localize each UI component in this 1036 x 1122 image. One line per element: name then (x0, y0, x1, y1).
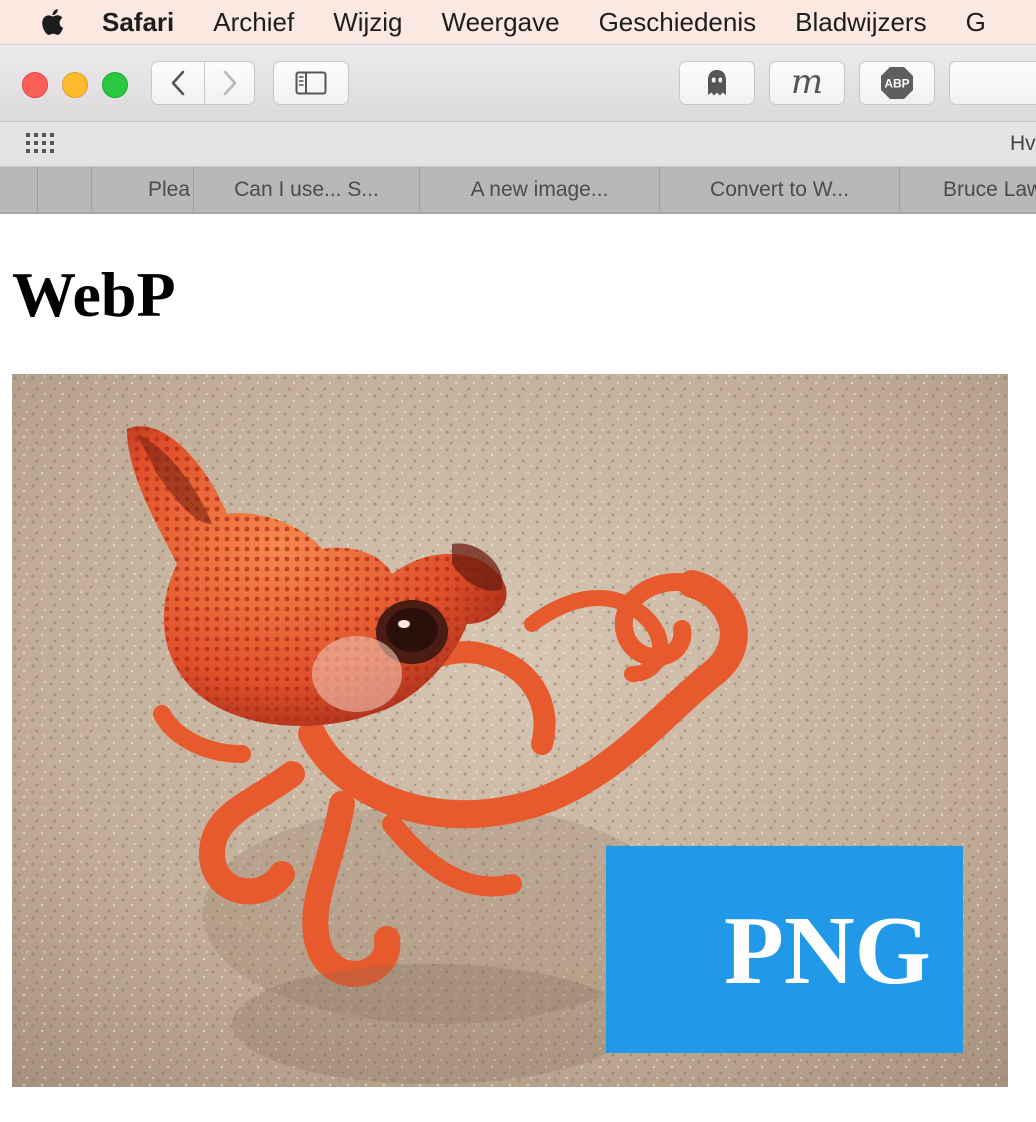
tab-can-i-use[interactable]: Can I use... S... (193, 167, 419, 212)
address-bar-edge[interactable] (949, 61, 1036, 105)
sidebar-toggle-button[interactable] (273, 61, 349, 105)
tab-new-image[interactable]: A new image... (419, 167, 659, 212)
page-title: WebP (12, 259, 176, 330)
minimize-window-button[interactable] (62, 72, 88, 98)
menu-safari[interactable]: Safari (102, 7, 174, 38)
menu-wijzig[interactable]: Wijzig (333, 7, 402, 38)
tab-plea[interactable]: Plea (91, 167, 193, 212)
ghostery-extension-button[interactable] (679, 61, 755, 105)
chevron-left-icon (171, 70, 185, 96)
tab-convert-to-webp[interactable]: Convert to W... (659, 167, 899, 212)
m-script-icon: m (791, 66, 823, 100)
tab-pinned-1[interactable] (0, 167, 37, 212)
adblock-icon: ABP (881, 67, 913, 99)
octopus-image: PNG (12, 374, 1008, 1087)
menu-bladwijzers[interactable]: Bladwijzers (795, 7, 927, 38)
favorites-item-truncated[interactable]: Hv (1010, 132, 1036, 156)
menu-geschiedenis[interactable]: Geschiedenis (599, 7, 757, 38)
forward-button[interactable] (204, 61, 255, 105)
menu-truncated[interactable]: G (966, 7, 986, 38)
grid-icon[interactable] (26, 133, 56, 155)
menu-weergave[interactable]: Weergave (442, 7, 560, 38)
apple-icon[interactable] (38, 7, 66, 37)
menu-bar: Safari Archief Wijzig Weergave Geschiede… (0, 0, 1036, 45)
zoom-window-button[interactable] (102, 72, 128, 98)
png-badge-label: PNG (724, 897, 931, 1005)
ghost-icon (708, 70, 726, 96)
tab-pinned-2[interactable] (37, 167, 91, 212)
favorites-bar (0, 122, 1036, 167)
m-extension-button[interactable]: m (769, 61, 845, 105)
chevron-right-icon (223, 70, 236, 96)
close-window-button[interactable] (22, 72, 48, 98)
sidebar-icon (295, 71, 327, 95)
svg-text:m: m (791, 66, 823, 100)
tab-bruce-law[interactable]: Bruce Law (899, 167, 1036, 212)
adblock-extension-button[interactable]: ABP (859, 61, 935, 105)
svg-text:ABP: ABP (884, 77, 909, 91)
menu-archief[interactable]: Archief (213, 7, 294, 38)
back-button[interactable] (151, 61, 205, 105)
